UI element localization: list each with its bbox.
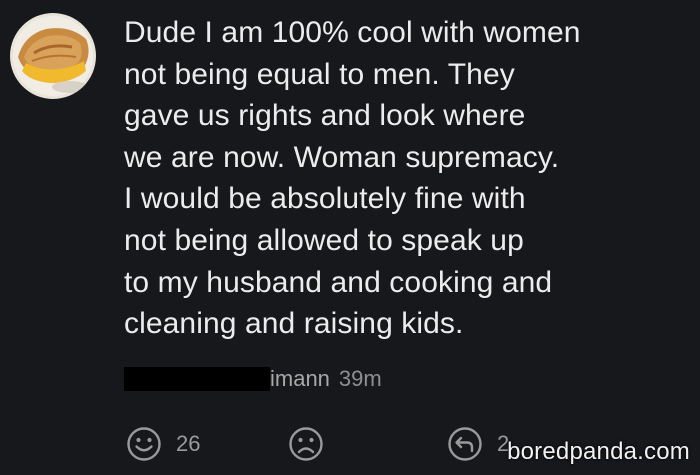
comment-line: to my husband and cooking and [124,265,553,299]
comment-text: Dude I am 100% cool with women not being… [124,12,684,345]
comment-line: I would be absolutely fine with [124,182,526,216]
reply-button[interactable]: 2 [446,424,509,464]
comment-line: Dude I am 100% cool with women [124,16,581,49]
reply-icon [448,427,482,461]
timestamp: 39m [338,366,382,391]
comment-line: we are now. Woman supremacy. [124,140,560,174]
author-name[interactable]: imann [270,366,330,392]
comment-meta: imann 39m [124,365,382,393]
watermark: boredpanda.com [507,438,690,465]
like-button[interactable]: 26 [125,424,200,464]
comment-line: cleaning and raising kids. [124,307,464,341]
comment-line: not being equal to men. They [124,57,515,91]
redacted-username [124,367,270,391]
comment-line: not being allowed to speak up [124,223,524,257]
like-count: 26 [176,431,201,456]
comment-line: gave us rights and look where [124,99,526,133]
avatar[interactable] [10,13,96,99]
frown-icon [289,427,323,461]
dislike-button[interactable] [287,424,325,464]
smile-icon [127,427,161,461]
